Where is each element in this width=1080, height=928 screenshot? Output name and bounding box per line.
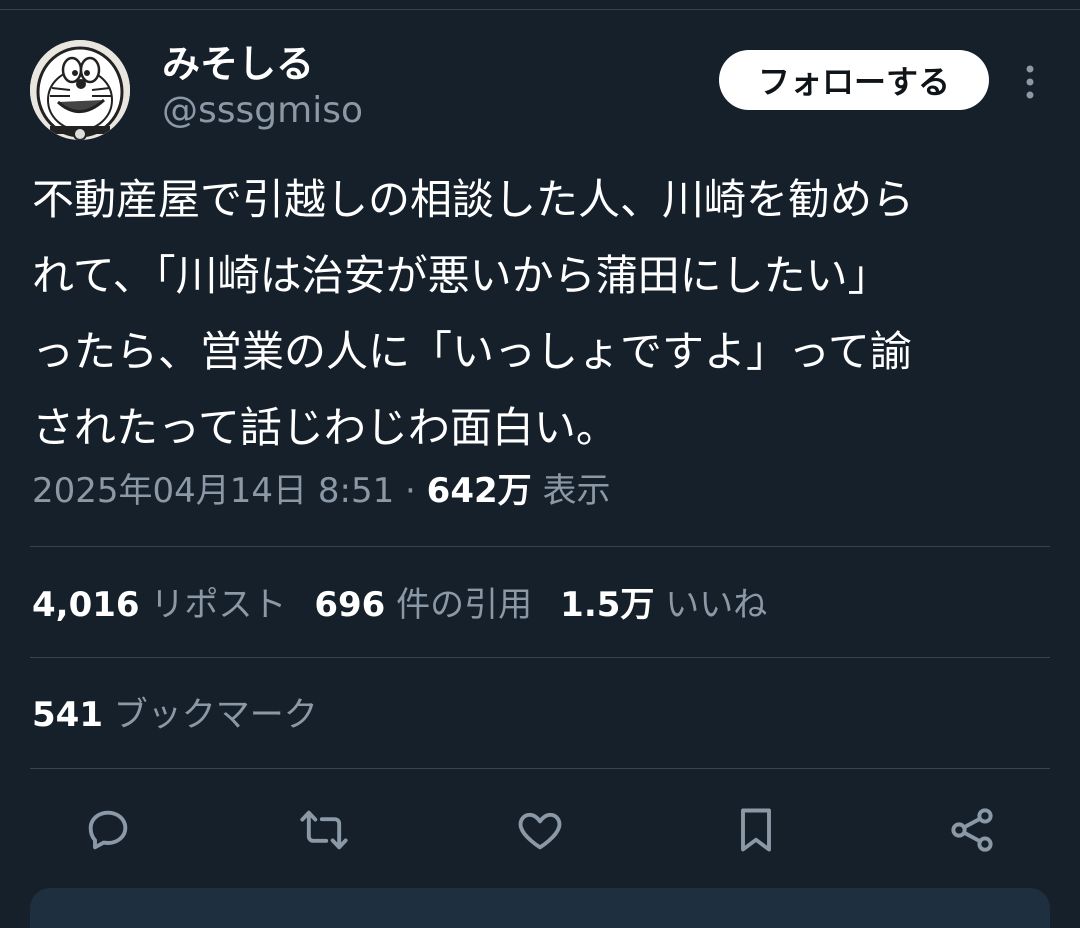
tweet-text-line: 不動産屋で引越しの相談した人、川崎を勧めら bbox=[32, 175, 915, 224]
tweet-text: 不動産屋で引越しの相談した人、川崎を勧めら れて、「川崎は治安が悪いから蒲田にし… bbox=[32, 162, 1052, 466]
views-count: 642万 bbox=[426, 471, 532, 511]
bookmark-button[interactable] bbox=[728, 802, 784, 858]
share-button[interactable] bbox=[944, 802, 1000, 858]
divider bbox=[30, 768, 1050, 769]
views-label: 表示 bbox=[542, 471, 611, 511]
follow-button[interactable]: フォローする bbox=[719, 50, 989, 110]
divider bbox=[30, 546, 1050, 547]
author-handle[interactable]: @sssgmiso bbox=[162, 88, 363, 134]
likes-label: いいね bbox=[665, 585, 768, 625]
author-display-name[interactable]: みそしる bbox=[162, 40, 314, 88]
like-button[interactable] bbox=[512, 802, 568, 858]
repost-button[interactable] bbox=[296, 802, 352, 858]
tweet-text-line: されたって話じわじわ面白い。 bbox=[32, 403, 618, 452]
engagement-stats: 4,016 リポスト 696 件の引用 1.5万 いいね bbox=[32, 580, 767, 630]
reply-icon bbox=[88, 810, 128, 850]
bookmark-icon bbox=[741, 808, 771, 852]
share-icon bbox=[951, 808, 993, 852]
meta-separator: · bbox=[405, 471, 416, 511]
avatar[interactable] bbox=[30, 40, 130, 140]
tweet-text-line: ったら、営業の人に「いっしょですよ」って諭 bbox=[32, 327, 912, 376]
quotes-count: 696 bbox=[314, 585, 386, 625]
like-icon bbox=[518, 812, 562, 850]
reposts-label: リポスト bbox=[150, 585, 287, 625]
bookmarks-label: ブックマーク bbox=[113, 695, 318, 735]
reply-composer-bar[interactable] bbox=[30, 888, 1050, 928]
top-divider bbox=[0, 9, 1080, 10]
divider bbox=[30, 657, 1050, 658]
bookmarks-count: 541 bbox=[32, 695, 103, 735]
likes-count: 1.5万 bbox=[560, 585, 655, 625]
avatar-image bbox=[30, 40, 130, 140]
tweet-text-line: れて、「川崎は治安が悪いから蒲田にしたい」 bbox=[32, 251, 890, 300]
reposts-count: 4,016 bbox=[32, 585, 140, 625]
tweet-meta: 2025年04月14日 8:51 · 642万 表示 bbox=[32, 466, 610, 516]
repost-icon bbox=[300, 810, 348, 850]
reposts-stat[interactable]: 4,016 リポスト bbox=[32, 585, 286, 625]
more-options-icon[interactable] bbox=[1010, 60, 1050, 104]
likes-stat[interactable]: 1.5万 いいね bbox=[560, 585, 767, 625]
reply-button[interactable] bbox=[80, 802, 136, 858]
bookmarks-stat[interactable]: 541 ブックマーク bbox=[32, 690, 318, 740]
quotes-label: 件の引用 bbox=[396, 585, 533, 625]
quotes-stat[interactable]: 696 件の引用 bbox=[314, 585, 532, 625]
tweet-datetime[interactable]: 2025年04月14日 8:51 bbox=[32, 471, 394, 511]
